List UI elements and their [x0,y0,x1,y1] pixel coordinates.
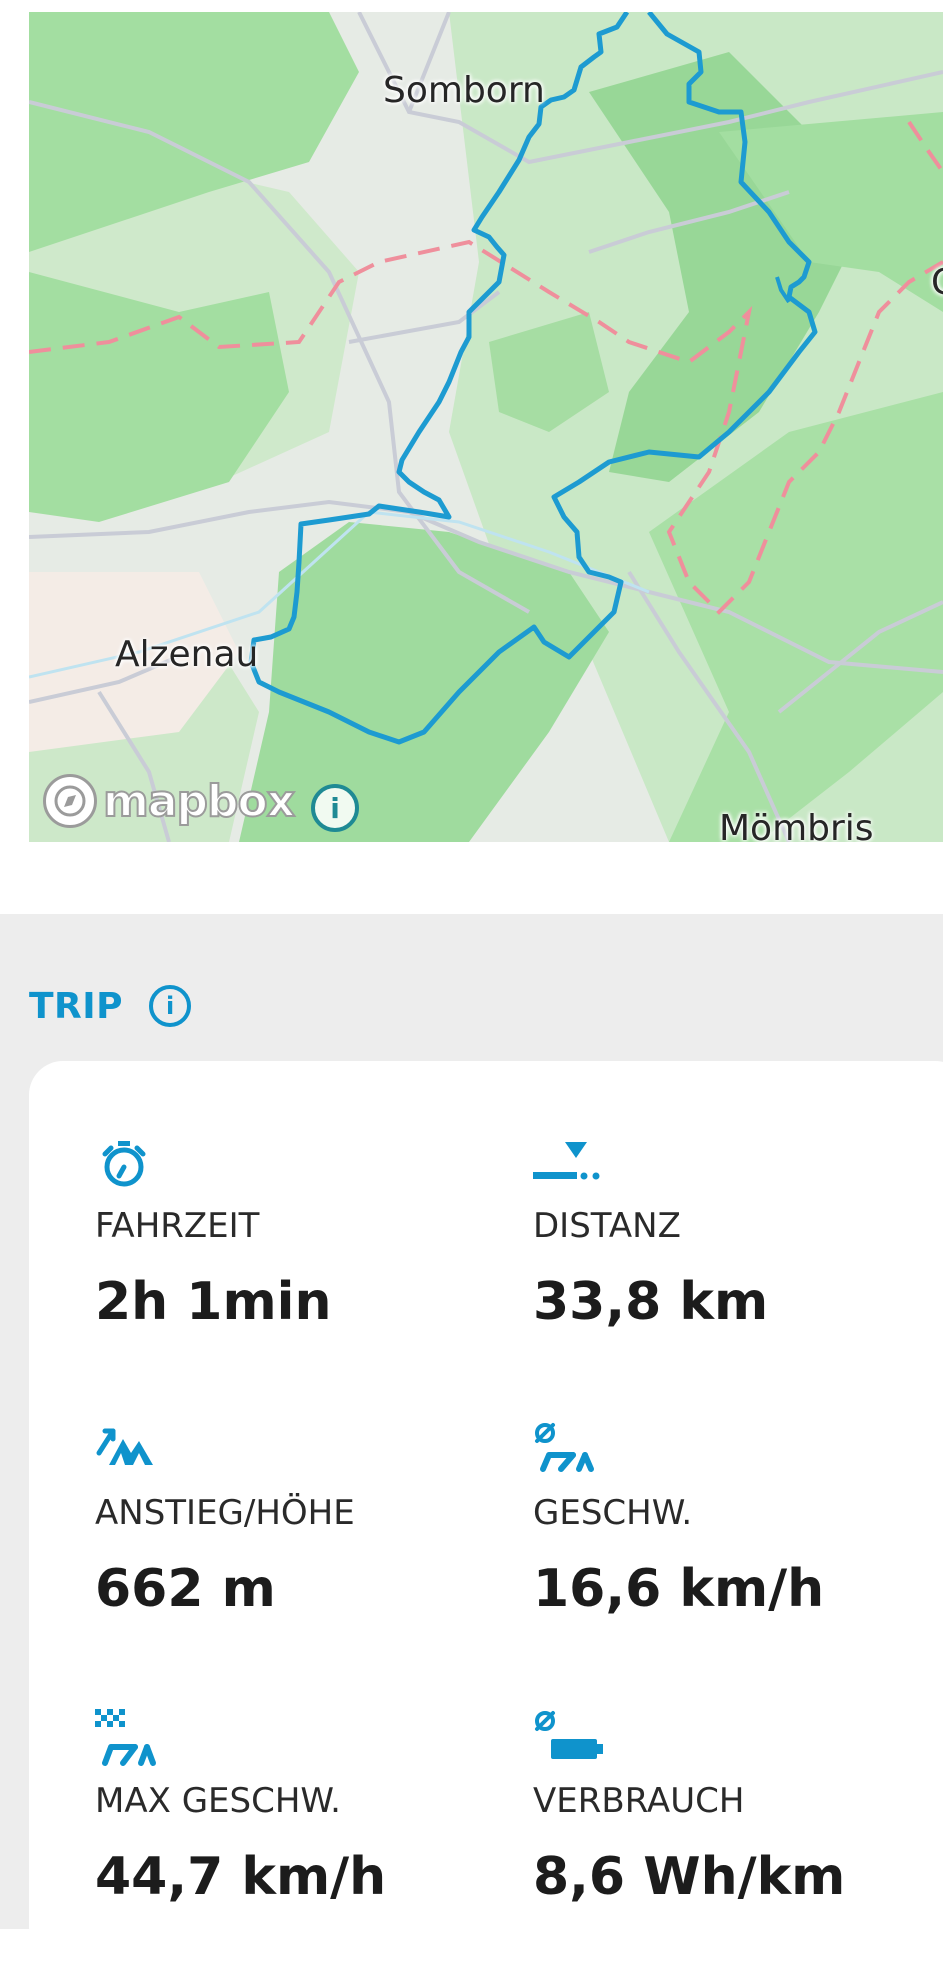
stat-avg-speed: GESCHW. 16,6 km/h [533,1421,824,1619]
trip-title: TRIP [29,985,124,1027]
trip-stats-card: FAHRZEIT 2h 1min DISTANZ 33,8 km ANSTIEG… [29,1061,943,1961]
stat-max-speed: MAX GESCHW. 44,7 km/h [95,1709,386,1907]
trip-header: TRIP i [29,985,192,1027]
battery-consumption-icon [535,1711,603,1759]
avg-speed-icon [535,1423,594,1472]
stat-label: VERBRAUCH [533,1781,745,1821]
mapbox-logo[interactable]: mapbox [43,770,296,832]
stat-elevation: ANSTIEG/HÖHE 662 m [95,1421,355,1619]
stopwatch-icon [102,1141,146,1187]
trip-info-icon[interactable]: i [149,985,192,1027]
stat-label: FAHRZEIT [95,1206,260,1246]
stat-label: ANSTIEG/HÖHE [95,1493,355,1533]
stat-value: 33,8 km [533,1272,769,1332]
stat-label: DISTANZ [533,1206,681,1246]
stat-label: MAX GESCHW. [95,1781,341,1821]
stat-value: 16,6 km/h [533,1559,825,1619]
stat-value: 2h 1min [95,1272,332,1332]
place-label-somborn: Somborn [383,70,545,111]
mapbox-wordmark: mapbox [102,775,296,828]
elevation-icon [96,1428,153,1465]
stat-distance: DISTANZ 33,8 km [533,1134,768,1332]
distance-icon [533,1142,600,1180]
stat-consumption: VERBRAUCH 8,6 Wh/km [533,1709,845,1907]
map-canvas [29,12,943,842]
stat-label: GESCHW. [533,1493,693,1533]
stat-ride-time: FAHRZEIT 2h 1min [95,1134,332,1332]
mapbox-compass-icon [43,774,97,828]
route-map[interactable]: Somborn Alzenau Mömbris G mapbox i [29,12,943,842]
stat-value: 8,6 Wh/km [533,1847,846,1907]
place-label-alzenau: Alzenau [115,634,259,675]
stat-value: 44,7 km/h [95,1847,387,1907]
max-speed-icon [95,1709,156,1766]
place-label-edge: G [931,262,943,303]
stat-value: 662 m [95,1559,276,1619]
place-label-mombris: Mömbris [719,808,874,842]
map-attribution-info-icon[interactable]: i [311,784,359,832]
